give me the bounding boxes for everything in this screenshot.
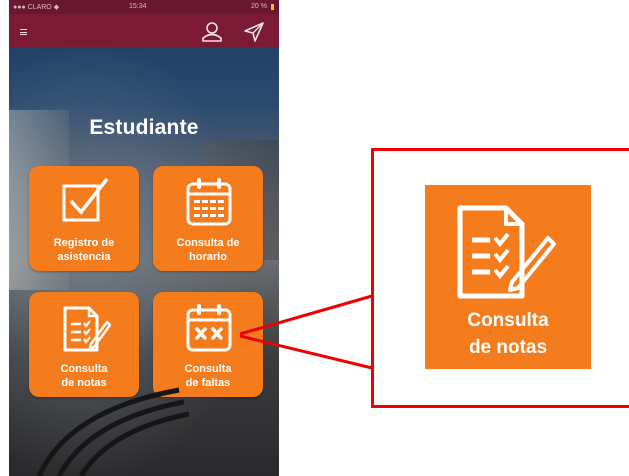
zoomed-tile-label: Consulta de notas [467, 310, 549, 358]
grades-document-icon [457, 205, 556, 299]
zoomed-tile-consulta-notas: Consulta de notas [425, 185, 591, 369]
